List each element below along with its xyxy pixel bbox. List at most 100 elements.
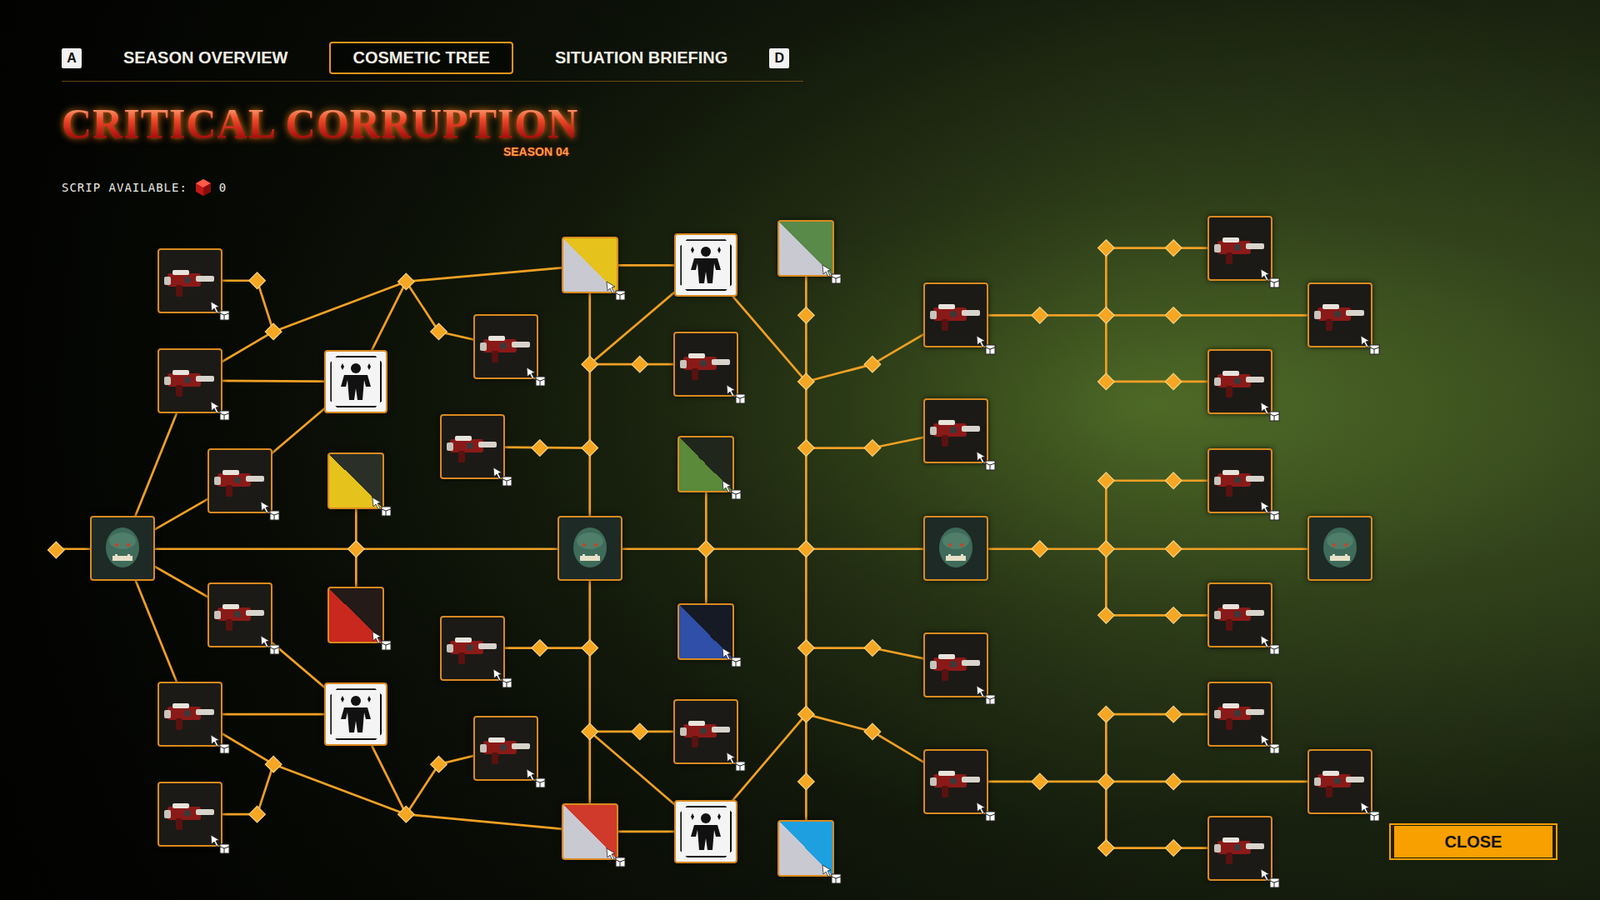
node-diamond[interactable] (864, 723, 881, 740)
node-diamond[interactable] (1098, 373, 1115, 390)
swatch-node[interactable] (327, 586, 385, 644)
swatch-node[interactable] (777, 820, 835, 877)
node-diamond[interactable] (798, 373, 815, 390)
head-node[interactable] (90, 515, 155, 581)
node-diamond[interactable] (1031, 307, 1049, 325)
node-diamond[interactable] (398, 805, 415, 823)
node-diamond[interactable] (1098, 540, 1115, 558)
node-diamond[interactable] (1165, 472, 1182, 490)
emblem-node[interactable] (324, 350, 388, 414)
weapon-node[interactable] (207, 582, 273, 648)
weapon-node[interactable] (673, 699, 739, 765)
node-diamond[interactable] (1098, 773, 1115, 790)
node-diamond[interactable] (798, 440, 815, 457)
node-diamond[interactable] (1031, 773, 1049, 790)
weapon-node[interactable] (440, 615, 505, 681)
node-diamond[interactable] (581, 723, 599, 740)
tab[interactable]: SEASON OVERVIEW (100, 41, 311, 75)
weapon-node[interactable] (923, 749, 989, 815)
weapon-node[interactable] (923, 632, 989, 698)
weapon-node[interactable] (1207, 582, 1273, 648)
emblem-node[interactable] (674, 233, 738, 297)
weapon-node[interactable] (1307, 749, 1373, 815)
node-diamond[interactable] (1165, 607, 1182, 625)
node-diamond[interactable] (864, 355, 881, 373)
node-diamond[interactable] (1165, 773, 1182, 790)
weapon-node[interactable] (1207, 448, 1273, 514)
weapon-node[interactable] (673, 331, 739, 397)
node-diamond[interactable] (1165, 240, 1182, 257)
node-diamond[interactable] (398, 273, 415, 290)
node-diamond[interactable] (1165, 540, 1182, 558)
node-diamond[interactable] (798, 773, 815, 790)
weapon-node[interactable] (1207, 215, 1273, 281)
emblem-node[interactable] (674, 800, 738, 864)
node-diamond[interactable] (698, 540, 715, 558)
weapon-node[interactable] (923, 398, 989, 464)
node-diamond[interactable] (531, 640, 549, 657)
unlock-badge-icon (975, 334, 997, 356)
weapon-node[interactable] (440, 414, 505, 480)
weapon-node[interactable] (1207, 681, 1273, 747)
swatch-node[interactable] (561, 803, 619, 860)
weapon-node[interactable] (157, 681, 223, 747)
tab[interactable]: COSMETIC TREE (329, 41, 513, 75)
node-diamond[interactable] (348, 540, 365, 558)
weapon-node[interactable] (923, 282, 989, 348)
node-diamond[interactable] (864, 440, 881, 457)
weapon-node[interactable] (157, 781, 223, 847)
weapon-node[interactable] (1207, 349, 1273, 415)
node-diamond[interactable] (631, 723, 649, 740)
head-node[interactable] (923, 515, 989, 581)
node-diamond[interactable] (1031, 540, 1049, 558)
node-diamond[interactable] (249, 272, 266, 290)
node-diamond[interactable] (631, 355, 649, 373)
node-diamond[interactable] (798, 307, 815, 325)
prev-tab-key[interactable]: A (61, 48, 82, 69)
swatch-node[interactable] (561, 236, 619, 294)
node-diamond[interactable] (265, 323, 282, 340)
weapon-node[interactable] (157, 348, 223, 414)
node-diamond[interactable] (430, 755, 448, 773)
swatch-node[interactable] (677, 603, 735, 660)
weapon-node[interactable] (473, 715, 539, 781)
weapon-node[interactable] (473, 314, 539, 380)
node-diamond[interactable] (531, 440, 549, 457)
node-diamond[interactable] (265, 755, 282, 773)
node-diamond[interactable] (581, 440, 599, 457)
close-button[interactable]: CLOSE (1391, 825, 1555, 858)
swatch-node[interactable] (327, 452, 385, 510)
node-diamond[interactable] (1165, 840, 1182, 857)
weapon-node[interactable] (157, 248, 223, 314)
node-diamond[interactable] (864, 640, 881, 657)
node-diamond[interactable] (1165, 705, 1182, 723)
node-diamond[interactable] (1098, 240, 1115, 257)
swatch-node[interactable] (677, 435, 735, 493)
ork-head-icon (1314, 522, 1366, 575)
weapon-node[interactable] (1207, 815, 1273, 881)
node-diamond[interactable] (1165, 373, 1182, 390)
node-diamond[interactable] (1098, 840, 1115, 857)
node-diamond[interactable] (581, 355, 599, 373)
node-diamond[interactable] (1098, 607, 1115, 625)
node-diamond[interactable] (48, 541, 65, 559)
node-diamond[interactable] (1165, 307, 1182, 325)
node-diamond[interactable] (1098, 705, 1115, 723)
node-diamond[interactable] (798, 540, 815, 558)
weapon-node[interactable] (207, 448, 273, 514)
tab[interactable]: SITUATION BRIEFING (531, 41, 751, 75)
swatch-node[interactable] (777, 220, 835, 277)
node-diamond[interactable] (249, 805, 266, 823)
node-diamond[interactable] (1098, 307, 1115, 325)
weapon-icon (1212, 595, 1268, 635)
node-diamond[interactable] (1098, 472, 1115, 490)
node-diamond[interactable] (798, 640, 815, 657)
node-diamond[interactable] (798, 705, 815, 723)
node-diamond[interactable] (581, 640, 599, 657)
weapon-node[interactable] (1307, 282, 1373, 348)
head-node[interactable] (1307, 515, 1373, 581)
head-node[interactable] (557, 515, 623, 581)
emblem-node[interactable] (324, 682, 388, 746)
node-diamond[interactable] (430, 323, 448, 340)
next-tab-key[interactable]: D (769, 48, 790, 69)
